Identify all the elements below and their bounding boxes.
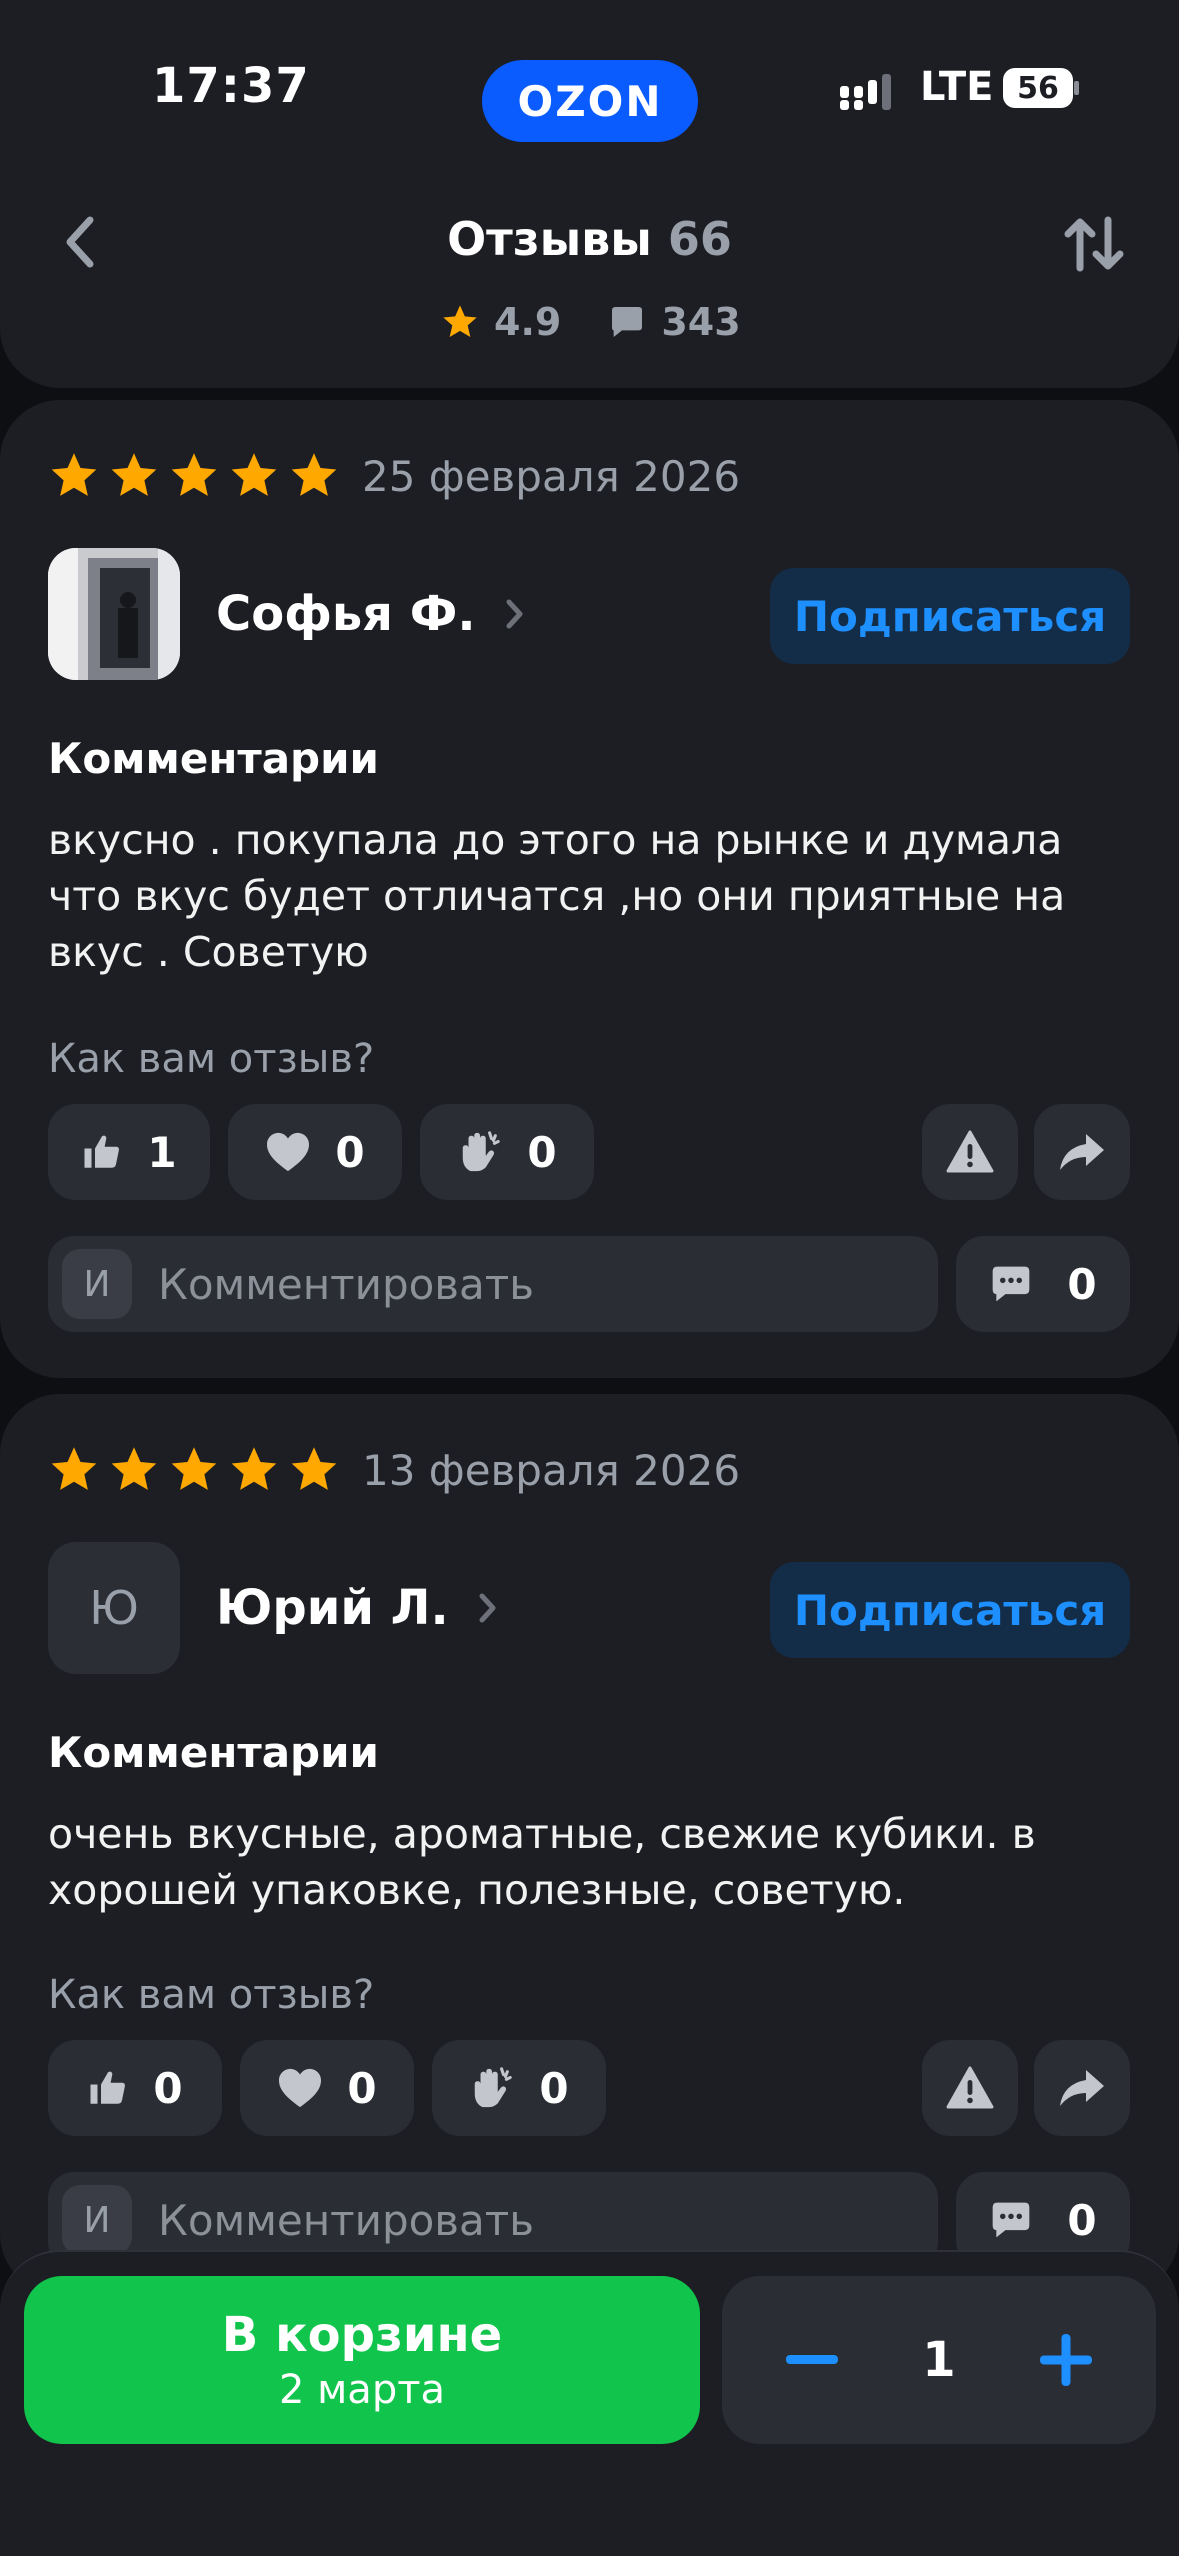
bottom-bar: В корзине 2 марта 1 xyxy=(0,2250,1179,2556)
subscribe-button[interactable]: Подписаться xyxy=(770,1562,1130,1658)
heart-button[interactable]: 0 xyxy=(240,2040,414,2136)
clap-button[interactable]: 0 xyxy=(420,1104,594,1200)
like-button[interactable]: 1 xyxy=(48,1104,210,1200)
reviews-total: 66 xyxy=(667,212,732,266)
star-icon xyxy=(443,305,477,337)
section-label: Комментарии xyxy=(48,734,379,783)
delivery-date: 2 марта xyxy=(278,2367,446,2413)
share-icon xyxy=(1060,2070,1104,2106)
subscribe-button[interactable]: Подписаться xyxy=(770,568,1130,664)
message-icon xyxy=(612,307,643,337)
section-label: Комментарии xyxy=(48,1728,379,1777)
heart-icon xyxy=(267,1132,310,1172)
page-title: Отзывы 66 xyxy=(0,212,1179,266)
clap-count: 0 xyxy=(527,1127,557,1177)
rating-value: 4.9 xyxy=(494,300,562,344)
comment-placeholder: Комментировать xyxy=(158,1259,535,1309)
share-icon xyxy=(1060,1134,1104,1170)
star-icon xyxy=(171,453,217,496)
review-stars: 25 февраля 2026 xyxy=(48,450,740,502)
status-time: 17:37 xyxy=(152,58,310,114)
clap-icon xyxy=(475,2067,513,2108)
decrease-button[interactable] xyxy=(782,2330,842,2390)
sort-icon[interactable] xyxy=(1062,214,1126,274)
comments-count: 0 xyxy=(1067,1259,1097,1309)
star-icon xyxy=(231,1447,277,1490)
clap-icon xyxy=(463,1131,501,1172)
page-title-text: Отзывы xyxy=(447,212,652,266)
ozon-logo: OZON xyxy=(482,60,698,142)
user-initial: И xyxy=(62,1249,132,1319)
minus-icon xyxy=(786,2355,838,2364)
user-initial: И xyxy=(62,2185,132,2255)
rating-summary: 4.9 343 xyxy=(440,300,741,344)
avatar[interactable]: Ю xyxy=(48,1542,180,1674)
warning-icon xyxy=(946,2066,994,2109)
avatar-initial: Ю xyxy=(89,1581,139,1635)
clap-count: 0 xyxy=(539,2063,569,2113)
heart-count: 0 xyxy=(347,2063,377,2113)
comments-count: 0 xyxy=(1067,2195,1097,2245)
author-name: Софья Ф. xyxy=(216,586,476,642)
avatar-photo-icon xyxy=(48,548,180,680)
star-icon xyxy=(231,453,277,496)
like-button[interactable]: 0 xyxy=(48,2040,222,2136)
author-link[interactable]: Софья Ф. xyxy=(216,586,526,642)
author-link[interactable]: Юрий Л. xyxy=(216,1580,499,1636)
comment-input[interactable]: И Комментировать xyxy=(48,1236,938,1332)
comment-icon xyxy=(993,2202,1030,2238)
battery-level: 56 xyxy=(1017,70,1059,106)
quantity-stepper: 1 xyxy=(722,2276,1156,2444)
reviews-count: 343 xyxy=(661,300,741,344)
review-card: 25 февраля 2026 Софья Ф. Подписаться Ком… xyxy=(0,400,1179,1378)
increase-button[interactable] xyxy=(1036,2330,1096,2390)
heart-button[interactable]: 0 xyxy=(228,1104,402,1200)
heart-count: 0 xyxy=(335,1127,365,1177)
comments-button[interactable]: 0 xyxy=(956,1236,1130,1332)
signal-icon xyxy=(840,74,891,110)
chevron-right-icon xyxy=(479,1593,496,1623)
report-button[interactable] xyxy=(922,1104,1018,1200)
author-name: Юрий Л. xyxy=(216,1580,449,1636)
like-count: 0 xyxy=(153,2063,183,2113)
chevron-right-icon xyxy=(506,599,523,629)
review-date: 13 февраля 2026 xyxy=(362,1445,741,1495)
star-icon xyxy=(291,1447,337,1490)
in-cart-button[interactable]: В корзине 2 марта xyxy=(24,2276,700,2444)
share-button[interactable] xyxy=(1034,1104,1130,1200)
thumbs-up-icon xyxy=(90,2071,126,2104)
clap-button[interactable]: 0 xyxy=(432,2040,606,2136)
report-button[interactable] xyxy=(922,2040,1018,2136)
warning-icon xyxy=(946,1130,994,1173)
star-icon xyxy=(111,453,157,496)
avatar[interactable] xyxy=(48,548,180,680)
review-card: 13 февраля 2026 Ю Юрий Л. Подписаться Ко… xyxy=(0,1394,1179,2294)
quantity-value: 1 xyxy=(922,2332,956,2388)
star-icon xyxy=(291,453,337,496)
feedback-question: Как вам отзыв? xyxy=(48,1036,375,1082)
comment-placeholder: Комментировать xyxy=(158,2195,535,2245)
review-text: очень вкусные, ароматные, свежие кубики.… xyxy=(48,1810,1036,1914)
review-stars: 13 февраля 2026 xyxy=(48,1444,740,1496)
thumbs-up-icon xyxy=(84,1135,120,1168)
star-icon xyxy=(51,1447,97,1490)
star-icon xyxy=(51,453,97,496)
plus-icon xyxy=(1040,2334,1092,2386)
heart-icon xyxy=(279,2068,322,2108)
header: 17:37 OZON LTE 56 Отзывы 66 4.9 343 xyxy=(0,0,1179,388)
share-button[interactable] xyxy=(1034,2040,1130,2136)
cart-title: В корзине xyxy=(221,2307,503,2363)
network-type: LTE xyxy=(920,64,994,110)
review-date: 25 февраля 2026 xyxy=(362,451,741,501)
comment-icon xyxy=(993,1266,1030,1302)
star-icon xyxy=(111,1447,157,1490)
review-text: вкусно . покупала до этого на рынке и ду… xyxy=(48,816,1066,976)
feedback-question: Как вам отзыв? xyxy=(48,1972,375,2018)
like-count: 1 xyxy=(147,1127,177,1177)
star-icon xyxy=(171,1447,217,1490)
